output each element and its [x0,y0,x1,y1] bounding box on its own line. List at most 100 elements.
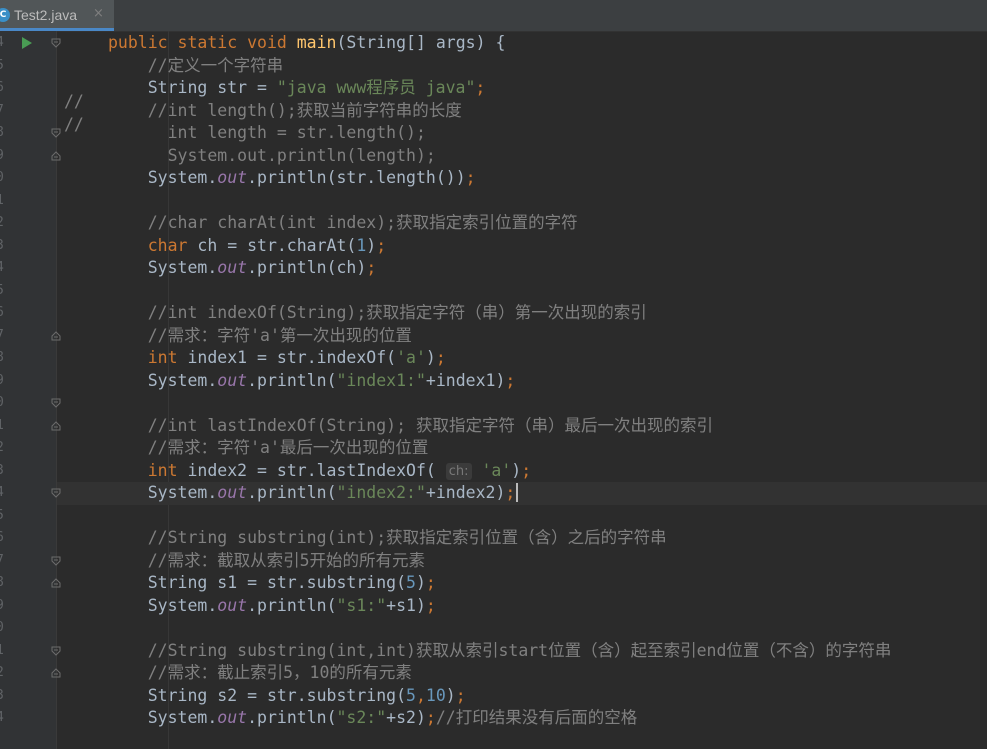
fold-expand-icon[interactable] [51,646,61,656]
code-token: , [415,685,426,705]
code-line[interactable]: //char charAt(int index);获取指定索引位置的字符 [57,212,987,235]
code-token: 5 [406,573,416,592]
code-token: index1 = str.indexOf( [187,348,397,367]
code-line[interactable]: //int length();获取当前字符串的长度 [57,100,987,123]
code-line[interactable] [57,505,987,528]
code-token: +index2) [425,483,506,502]
tab-test2-java[interactable]: C Test2.java × [0,0,114,31]
code-token: //String substring(int,int)获取从索引start位置（… [108,640,892,660]
code-text: //char charAt(int index);获取指定索引位置的字符 [108,212,578,235]
code-text: //需求：截取从索引5开始的所有元素 [108,550,425,573]
line-number: 7 [0,100,10,123]
line-number: 4 [0,482,10,505]
code-text: int index2 = str.lastIndexOf( ch: 'a'); [108,460,531,483]
code-text: System.out.println(ch); [108,257,377,280]
line-comment-marker: // [64,92,84,111]
run-icon[interactable] [22,37,32,49]
code-line[interactable]: //int indexOf(String);获取指定字符（串）第一次出现的索引 [57,302,987,325]
code-line[interactable]: System.out.println(str.length()); [57,167,987,190]
code-line[interactable]: //需求：截止索引5，10的所有元素 [57,662,987,685]
code-line[interactable]: System.out.println(length); [57,145,987,168]
editor-tab-bar: C Test2.java × [0,0,987,32]
fold-expand-icon[interactable] [51,398,61,408]
code-line[interactable]: System.out.println("index1:"+index1); [57,370,987,393]
line-number: 8 [0,347,10,370]
code-token: //int indexOf(String);获取指定字符（串）第一次出现的索引 [108,303,647,322]
fold-collapse-icon[interactable] [51,578,61,588]
close-icon[interactable]: × [93,6,104,21]
code-editor[interactable]: public static void main(String[] args) {… [57,31,987,749]
fold-collapse-icon[interactable] [51,330,61,340]
code-token: +s1) [386,595,426,615]
code-token: int [108,460,188,480]
code-token: int [108,348,188,367]
code-token: "index1:" [336,370,426,390]
code-line[interactable]: int length = str.length(); [57,122,987,145]
line-number: 6 [0,302,10,325]
code-line[interactable]: char ch = str.charAt(1); [57,235,987,258]
code-line[interactable]: //需求：字符'a'第一次出现的位置 [57,325,987,348]
code-token: ) [511,460,522,480]
code-line[interactable]: System.out.println(ch); [57,257,987,280]
code-token: public static void [108,33,297,52]
code-token: ; [475,78,486,97]
code-token: int length = str.length(); [108,123,426,142]
code-text: //需求：字符'a'第一次出现的位置 [108,325,412,348]
fold-expand-icon[interactable] [51,128,61,138]
code-token: //需求：字符'a'第一次出现的位置 [108,325,412,345]
code-text: System.out.println(length); [108,145,436,168]
line-number: 9 [0,595,10,618]
code-text: //int length();获取当前字符串的长度 [108,100,462,123]
code-token: ; [455,685,466,705]
fold-collapse-icon[interactable] [51,668,61,678]
code-line[interactable]: System.out.println("s1:"+s1); [57,595,987,618]
line-number: 9 [0,145,10,168]
code-line[interactable]: public static void main(String[] args) { [57,32,987,55]
code-line[interactable]: int index1 = str.indexOf('a'); [57,347,987,370]
code-line[interactable]: //String substring(int,int)获取从索引start位置（… [57,640,987,663]
fold-expand-icon[interactable] [51,488,61,498]
code-line[interactable] [57,617,987,640]
fold-collapse-icon[interactable] [51,150,61,160]
code-line[interactable]: int index2 = str.lastIndexOf( ch: 'a'); [57,460,987,483]
code-line[interactable]: String s1 = str.substring(5); [57,572,987,595]
line-number: 7 [0,325,10,348]
line-number: 8 [0,572,10,595]
fold-expand-icon[interactable] [51,556,61,566]
current-code-line[interactable]: System.out.println("index2:"+index2); [57,482,987,505]
fold-expand-icon[interactable] [51,38,61,48]
line-number: 6 [0,527,10,550]
code-line[interactable]: String s2 = str.substring(5,10); [57,685,987,708]
fold-collapse-icon[interactable] [51,420,61,430]
code-line[interactable]: System.out.println("s2:"+s2);//打印结果没有后面的… [57,707,987,730]
code-token: .println( [247,483,337,502]
code-text: String s2 = str.substring(5,10); [108,685,466,708]
code-token: ) [415,573,426,592]
code-line[interactable]: //需求：截取从索引5开始的所有元素 [57,550,987,573]
code-line[interactable]: //int lastIndexOf(String); 获取指定字符（串）最后一次… [57,415,987,438]
line-number: 0 [0,167,10,190]
code-line[interactable]: //String substring(int);获取指定索引位置（含）之后的字符… [57,527,987,550]
code-line[interactable] [57,190,987,213]
code-token: String str = [108,78,277,97]
line-number: 0 [0,392,10,415]
code-token: ; [521,460,532,480]
code-token: System. [108,370,218,390]
code-token: out [217,708,248,727]
code-line[interactable] [57,280,987,303]
line-number-gutter[interactable]: 4567890123456789012345678901234 [0,31,56,749]
code-token: System. [108,595,218,615]
code-line[interactable] [57,392,987,415]
code-line[interactable]: //需求：字符'a'最后一次出现的位置 [57,437,987,460]
code-token: ; [425,708,436,727]
code-text: //定义一个字符串 [108,55,283,78]
code-line[interactable]: //定义一个字符串 [57,55,987,78]
code-text: System.out.println("s1:"+s1); [108,595,436,618]
code-token: out [217,595,248,615]
code-line[interactable]: String str = "java www程序员 java"; [57,77,987,100]
code-text: String str = "java www程序员 java"; [108,77,486,100]
code-token: //char charAt(int index);获取指定索引位置的字符 [108,213,578,232]
code-text: //int lastIndexOf(String); 获取指定字符（串）最后一次… [108,415,713,438]
code-token: //需求：字符'a'最后一次出现的位置 [108,438,429,457]
